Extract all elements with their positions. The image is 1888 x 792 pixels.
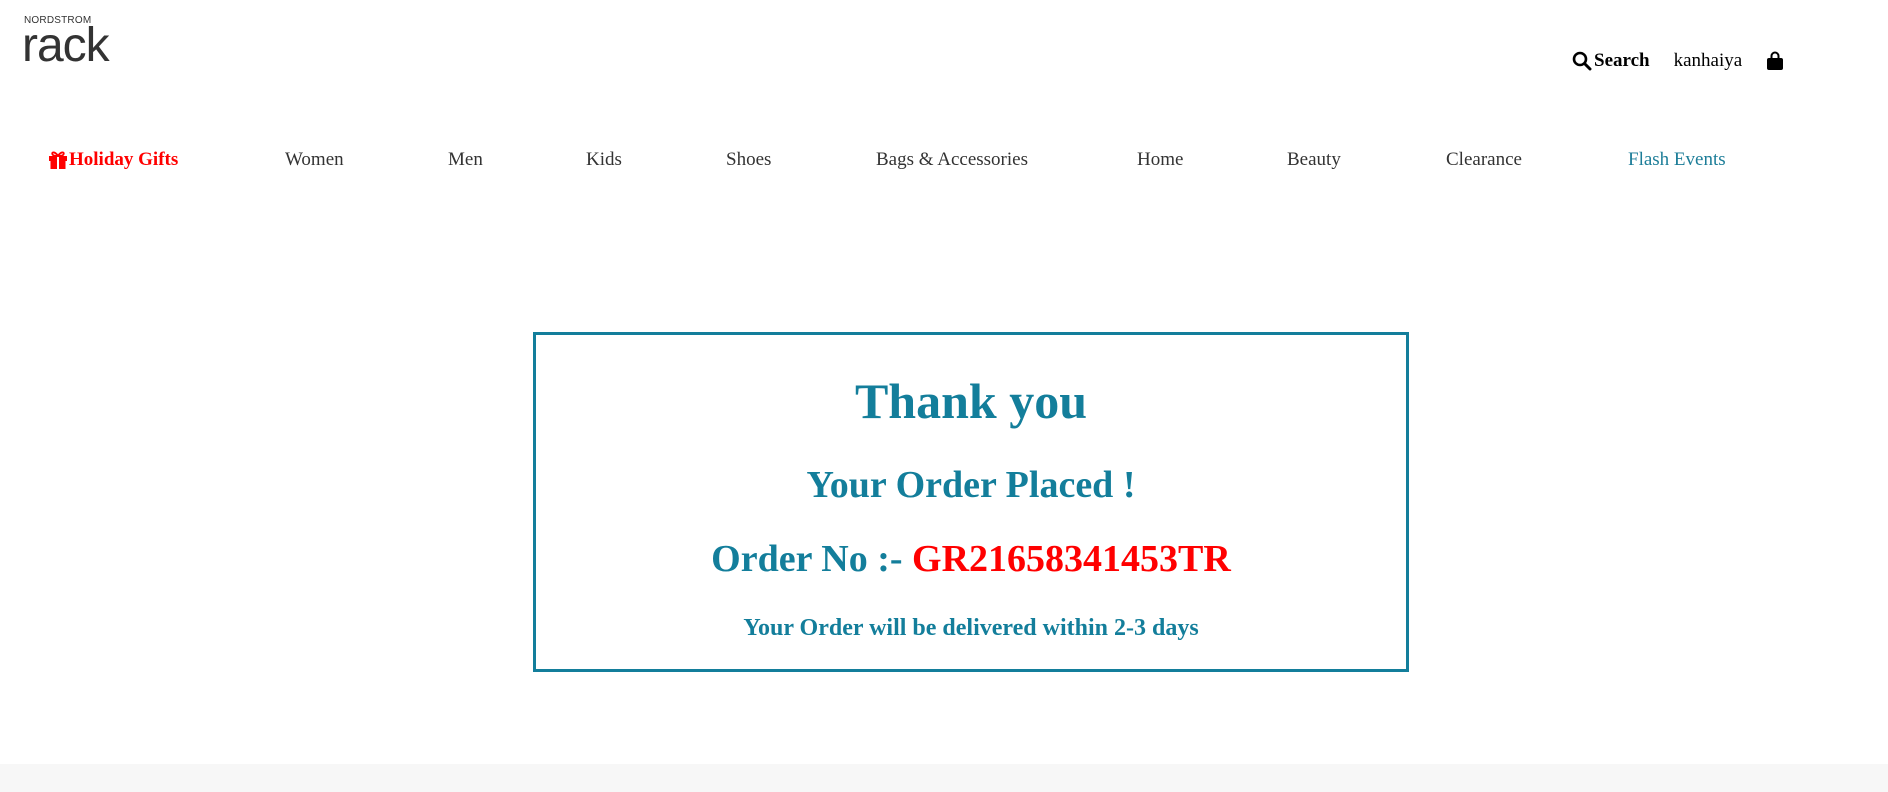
logo-wordmark: rack xyxy=(22,19,110,72)
delivery-note: Your Order will be delivered within 2-3 … xyxy=(743,615,1199,641)
logo[interactable]: NORDSTROM rack xyxy=(22,16,134,72)
nav-item-holiday-gifts[interactable]: Holiday Gifts xyxy=(48,146,178,174)
nav-item-home[interactable]: Home xyxy=(1137,146,1183,174)
main-nav: Holiday Gifts Women Men Kids Shoes Bags … xyxy=(0,146,1888,174)
nav-item-beauty[interactable]: Beauty xyxy=(1287,146,1341,174)
gift-icon xyxy=(49,151,67,169)
thank-you-heading: Thank you xyxy=(854,373,1088,429)
header-actions: Search kanhaiya xyxy=(1572,48,1784,74)
nav-item-shoes[interactable]: Shoes xyxy=(726,146,771,174)
search-label: Search xyxy=(1594,50,1650,71)
nav-item-men[interactable]: Men xyxy=(448,146,483,174)
user-account-link[interactable]: kanhaiya xyxy=(1674,50,1743,72)
nav-item-kids[interactable]: Kids xyxy=(586,146,622,174)
nav-item-bags-accessories[interactable]: Bags & Accessories xyxy=(876,146,1028,174)
order-number-prefix: Order No :- xyxy=(711,538,913,580)
nav-item-clearance[interactable]: Clearance xyxy=(1446,146,1522,174)
nav-item-flash-events[interactable]: Flash Events xyxy=(1628,146,1726,174)
nav-item-label: Holiday Gifts xyxy=(69,149,179,170)
order-number: GR21658341453TR xyxy=(912,538,1231,580)
page: NORDSTROM rack Search kanhaiya Holiday G… xyxy=(0,0,1888,792)
shopping-bag-icon xyxy=(1767,51,1784,70)
footer xyxy=(0,764,1888,792)
order-placed-message: Your Order Placed ! xyxy=(806,464,1136,506)
search-icon xyxy=(1572,51,1592,71)
search-button[interactable]: Search xyxy=(1572,50,1650,72)
order-confirmation-box: Thank you Your Order Placed ! Order No :… xyxy=(533,332,1409,672)
nav-item-women[interactable]: Women xyxy=(285,146,344,174)
order-number-line: Order No :- GR21658341453TR xyxy=(536,537,1406,581)
cart-button[interactable] xyxy=(1766,51,1784,71)
